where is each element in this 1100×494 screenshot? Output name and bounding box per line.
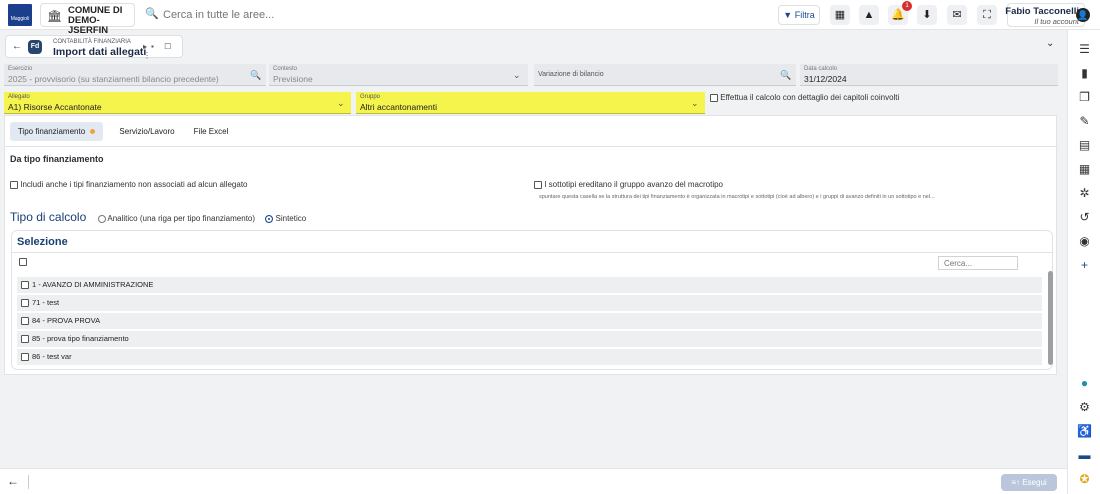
support-icon[interactable]: ✪ <box>1068 472 1100 486</box>
run-icon: ≡↑ <box>1011 478 1020 487</box>
radio-sintetico-option[interactable]: Sintetico <box>265 214 306 223</box>
location-icon[interactable]: ● <box>1068 376 1100 390</box>
fullscreen-icon[interactable]: ⛶ <box>977 5 997 25</box>
bank-icon: 🏛 <box>47 9 63 23</box>
user-name: Fabio Tacconelli <box>1005 6 1079 17</box>
add-icon[interactable]: + <box>1068 258 1100 272</box>
select-all-checkbox[interactable] <box>19 258 27 266</box>
module-label: CONTABILITÀ FINANZIARIA <box>53 39 131 45</box>
chevron-down-icon: ⌄ <box>337 98 345 108</box>
bottom-bar: ← ≡↑ Esegui <box>0 468 1067 494</box>
list-item[interactable]: 86 - test var <box>17 349 1042 365</box>
download-icon[interactable]: ⬇ <box>917 5 937 25</box>
sottotipi-hint: spuntare questa casella se la struttura … <box>539 194 935 200</box>
tab-file-excel[interactable]: File Excel <box>188 122 234 141</box>
row-checkbox[interactable] <box>21 281 29 290</box>
selezione-box: Selezione 1 - AVANZO DI AMMINISTRAZIONE … <box>11 230 1053 370</box>
variazione-field[interactable]: Variazione di bilancio 🔍 <box>534 64 796 86</box>
accessibility-icon[interactable]: ♿ <box>1068 424 1100 438</box>
filter-button[interactable]: ▼ Filtra <box>778 5 820 25</box>
row-checkbox[interactable] <box>21 299 29 308</box>
tab-bar: Tipo finanziamento Servizio/Lavoro File … <box>5 116 1058 147</box>
global-search: 🔍 <box>139 3 769 27</box>
document-icon[interactable]: ▤ <box>1068 138 1100 152</box>
right-rail: ☰ ▮ ❐ ✎ ▤ ▦ ✲ ↺ ◉ + ● ⚙ ♿ ▬ ✪ <box>1067 30 1100 494</box>
bookmark-icon[interactable]: ▮ <box>1068 66 1100 80</box>
filter-icon: ▼ <box>783 10 793 20</box>
top-bar: Maggioli 🏛 COMUNE DI DEMO-JSERFIN 🔍 ▼ Fi… <box>0 0 1100 36</box>
radio-sintetico[interactable] <box>265 214 274 223</box>
main-panel: Tipo finanziamento Servizio/Lavoro File … <box>4 115 1058 375</box>
notification-badge: 1 <box>902 1 912 11</box>
chevron-down-icon: ⌄ <box>691 98 699 108</box>
module-icon: Fd <box>28 40 42 54</box>
chat-icon[interactable]: ▬ <box>1068 448 1100 462</box>
tab-servizio-lavoro[interactable]: Servizio/Lavoro <box>109 122 185 141</box>
pin-icon[interactable]: ✎ <box>1068 114 1100 128</box>
list-item[interactable]: 84 - PROVA PROVA <box>17 313 1042 329</box>
radio-analitico[interactable] <box>97 214 106 223</box>
search-icon[interactable]: 🔍 <box>250 70 261 81</box>
comune-selector[interactable]: 🏛 COMUNE DI DEMO-JSERFIN <box>40 3 135 36</box>
sottotipi-checkbox[interactable] <box>534 180 542 189</box>
list-item[interactable]: 85 - prova tipo finanziamento <box>17 331 1042 347</box>
row-checkbox[interactable] <box>21 335 29 344</box>
breadcrumb: ← Fd CONTABILITÀ FINANZIARIA Import dati… <box>5 35 183 60</box>
maggioli-logo[interactable]: Maggioli <box>8 4 32 26</box>
list-item[interactable]: 1 - AVANZO DI AMMINISTRAZIONE <box>17 277 1042 293</box>
breadcrumb-actions[interactable]: ▸▪ ☐ ⋮ <box>143 42 182 60</box>
tipo-calcolo-label: Tipo di calcolo <box>10 210 87 224</box>
chevron-down-icon: ⌄ <box>513 70 521 80</box>
network-icon[interactable]: ✲ <box>1068 186 1100 200</box>
copy-icon[interactable]: ❐ <box>1068 90 1100 104</box>
menu-list-icon[interactable]: ☰ <box>1068 42 1100 56</box>
divider <box>28 475 29 489</box>
radio-analitico-option[interactable]: Analitico (una riga per tipo finanziamen… <box>97 214 258 223</box>
section-title: Da tipo finanziamento <box>10 154 104 164</box>
collapse-chevron-icon[interactable]: ⌄ <box>1046 38 1054 49</box>
modified-dot <box>90 129 96 135</box>
selezione-title: Selezione <box>17 236 68 248</box>
data-calcolo-field[interactable]: Data calcolo 31/12/2024 <box>800 64 1058 86</box>
includi-checkbox[interactable] <box>10 180 18 189</box>
row-checkbox[interactable] <box>21 317 29 326</box>
user-account-label: Il tuo account <box>1034 17 1079 26</box>
mail-icon[interactable]: ✉ <box>947 5 967 25</box>
back-arrow-icon[interactable]: ← <box>12 41 22 52</box>
settings-icon[interactable]: ⚙ <box>1068 400 1100 414</box>
row-checkbox[interactable] <box>21 353 29 362</box>
comune-name: COMUNE DI DEMO-JSERFIN <box>68 5 123 36</box>
warning-icon[interactable]: ▲ <box>859 5 879 25</box>
history-icon[interactable]: ↺ <box>1068 210 1100 224</box>
includi-checkbox-row[interactable]: Includi anche i tipi finanziamento non a… <box>10 180 248 189</box>
selezione-search-input[interactable] <box>938 256 1018 270</box>
search-icon[interactable]: 🔍 <box>780 70 791 81</box>
search-icon: 🔍 <box>145 8 159 20</box>
grid-icon[interactable]: ▦ <box>830 5 850 25</box>
dettaglio-checkbox[interactable] <box>710 93 718 102</box>
tipo-calcolo-row: Tipo di calcolo Analitico (una riga per … <box>10 210 306 224</box>
divider <box>12 252 1052 253</box>
list-item[interactable]: 71 - test <box>17 295 1042 311</box>
allegato-select[interactable]: Allegato A1) Risorse Accantonate ⌄ <box>4 92 351 114</box>
sottotipi-checkbox-row[interactable]: I sottotipi ereditano il gruppo avanzo d… <box>534 180 723 189</box>
run-button[interactable]: ≡↑ Esegui <box>1001 474 1057 491</box>
gruppo-select[interactable]: Gruppo Altri accantonamenti ⌄ <box>356 92 705 114</box>
contesto-field[interactable]: Contesto Previsione ⌄ <box>269 64 528 86</box>
global-search-input[interactable] <box>163 6 763 24</box>
scrollbar[interactable] <box>1048 271 1053 365</box>
dettaglio-checkbox-row[interactable]: Effettua il calcolo con dettaglio dei ca… <box>710 93 899 102</box>
calculator-icon[interactable]: ▦ <box>1068 162 1100 176</box>
page-title: Import dati allegati <box>53 46 147 58</box>
user-avatar-icon[interactable]: 👤 <box>1076 8 1090 22</box>
coins-icon[interactable]: ◉ <box>1068 234 1100 248</box>
back-arrow-icon[interactable]: ← <box>7 474 19 488</box>
user-account[interactable]: Fabio Tacconelli Il tuo account <box>1005 3 1085 27</box>
tab-tipo-finanziamento[interactable]: Tipo finanziamento <box>10 122 103 141</box>
esercizio-field[interactable]: Esercizio 2025 - provvisorio (su stanzia… <box>4 64 266 86</box>
